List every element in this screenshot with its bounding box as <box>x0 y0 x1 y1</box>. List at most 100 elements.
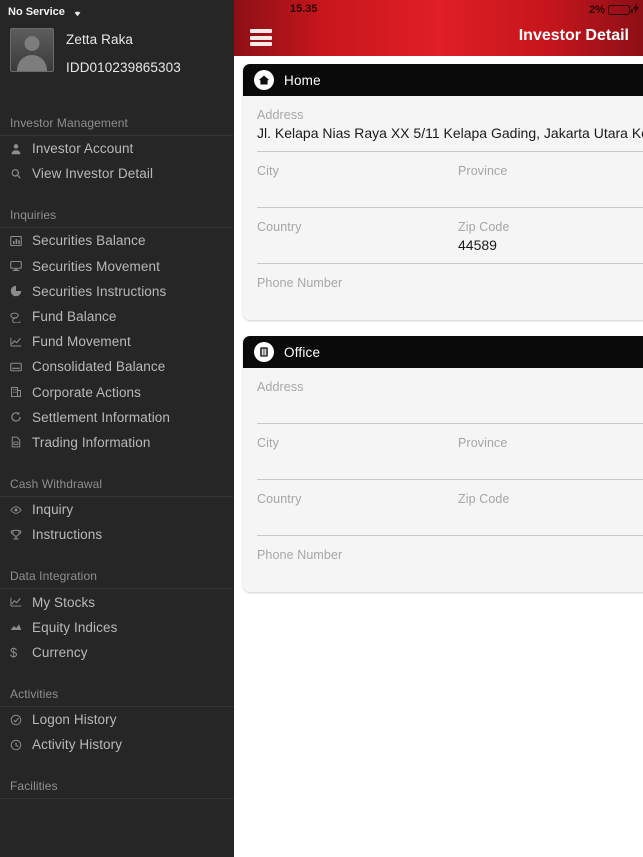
sidebar-item-label: Fund Balance <box>32 309 117 325</box>
hamburger-bar-1 <box>250 29 272 33</box>
sidebar-item-my-stocks[interactable]: My Stocks <box>0 589 234 614</box>
status-time: 15.35 <box>290 3 318 15</box>
field-row: Country Zip Code 44589 <box>243 208 643 263</box>
sidebar-item-label: Consolidated Balance <box>32 359 166 375</box>
sidebar-item-activity-history[interactable]: Activity History <box>0 732 234 757</box>
card-header: Office <box>243 336 643 368</box>
hamburger-menu-icon[interactable] <box>250 29 272 46</box>
sidebar-item-label: Logon History <box>32 712 117 728</box>
wifi-icon <box>71 7 84 17</box>
field-value: Jl. Kelapa Nias Raya XX 5/11 Kelapa Gadi… <box>257 125 643 141</box>
sidebar-item-fund-balance[interactable]: Fund Balance <box>0 304 234 329</box>
top-bar: 15.35 2% Investor Detail <box>234 0 643 56</box>
sidebar-item-label: Securities Balance <box>32 233 146 249</box>
sidebar-item-label: View Investor Detail <box>32 166 154 182</box>
field-value <box>257 509 458 527</box>
sidebar-item-label: Securities Instructions <box>32 283 167 299</box>
battery-icon <box>608 4 633 15</box>
profile-block[interactable]: Zetta Raka IDD010239865303 <box>0 20 234 94</box>
card-title: Office <box>284 344 321 360</box>
sidebar-item-investor-account[interactable]: Investor Account <box>0 136 234 161</box>
sidebar-item-label: Corporate Actions <box>32 384 142 400</box>
profile-name: Zetta Raka <box>66 32 134 47</box>
field-value <box>257 453 458 471</box>
monitor-icon <box>10 260 30 272</box>
field-row: Phone Number <box>243 536 643 592</box>
field-value <box>257 293 643 311</box>
sidebar-menu: My Stocks Equity Indices $ Currency <box>0 589 234 665</box>
dollar-icon: $ <box>10 644 18 660</box>
eye-icon <box>10 504 30 516</box>
field-value <box>257 237 458 255</box>
field-label: City <box>257 436 279 450</box>
home-icon <box>254 70 274 90</box>
sidebar-item-equity-indices[interactable]: Equity Indices <box>0 615 234 640</box>
field-label: Address <box>257 380 304 394</box>
field-label: City <box>257 164 279 178</box>
sidebar-item-securities-movement[interactable]: Securities Movement <box>0 254 234 279</box>
sidebar-item-label: Trading Information <box>32 434 151 450</box>
field-row: City Province <box>243 424 643 479</box>
field-label: Zip Code <box>458 492 510 506</box>
field-label: Province <box>458 436 508 450</box>
field-city[interactable]: City <box>257 424 458 479</box>
field-zip-code[interactable]: Zip Code <box>458 480 643 535</box>
field-value <box>257 181 458 199</box>
field-label: Country <box>257 492 302 506</box>
sidebar-item-corporate-actions[interactable]: Corporate Actions <box>0 380 234 405</box>
sidebar-menu: Logon History Activity History <box>0 707 234 757</box>
field-address[interactable]: Address Jl. Kelapa Nias Raya XX 5/11 Kela… <box>257 96 643 151</box>
field-province[interactable]: Province <box>458 424 643 479</box>
clock-check-icon <box>10 714 30 726</box>
sidebar-item-consolidated-balance[interactable]: Consolidated Balance <box>0 354 234 379</box>
sidebar-item-trading-information[interactable]: Trading Information <box>0 430 234 455</box>
nav-bar: Investor Detail <box>234 20 643 56</box>
field-zip-code[interactable]: Zip Code 44589 <box>458 208 643 263</box>
sidebar-section-header: Inquiries <box>0 208 234 229</box>
sidebar-item-label: My Stocks <box>32 594 96 610</box>
cards-container: Home Address Jl. Kelapa Nias Raya XX 5/11 … <box>234 56 643 592</box>
field-city[interactable]: City <box>257 152 458 207</box>
field-phone-number[interactable]: Phone Number <box>257 264 643 320</box>
coins-icon <box>10 311 30 323</box>
field-address[interactable]: Address <box>257 368 643 423</box>
field-label: Address <box>257 108 304 122</box>
sidebar-menu: Inquiry Instructions <box>0 497 234 547</box>
sidebar-item-label: Equity Indices <box>32 619 118 635</box>
ios-status-bar: 15.35 2% <box>234 0 643 20</box>
field-country[interactable]: Country <box>257 480 458 535</box>
field-label: Phone Number <box>257 548 343 562</box>
field-phone-number[interactable]: Phone Number <box>257 536 643 592</box>
sidebar-section-header: Activities <box>0 687 234 707</box>
person-icon <box>10 143 30 155</box>
sidebar-item-label: Investor Account <box>32 141 134 157</box>
sidebar-item-currency[interactable]: $ Currency <box>0 640 234 665</box>
sidebar-item-securities-balance[interactable]: Securities Balance <box>0 228 234 253</box>
sidebar-item-view-investor-detail[interactable]: View Investor Detail <box>0 161 234 186</box>
sidebar-item-instructions[interactable]: Instructions <box>0 522 234 547</box>
field-value: 44589 <box>458 237 497 253</box>
battery-percent-label: 2% <box>589 3 605 16</box>
avatar-head-shape <box>24 36 40 51</box>
sidebar-item-logon-history[interactable]: Logon History <box>0 707 234 732</box>
sidebar-item-inquiry[interactable]: Inquiry <box>0 497 234 522</box>
field-row: Phone Number <box>243 264 643 320</box>
field-value <box>458 181 643 199</box>
sidebar-item-label: Fund Movement <box>32 334 131 350</box>
pie-chart-icon <box>10 285 30 297</box>
sidebar-menu: Investor Account View Investor Detail <box>0 136 234 186</box>
field-province[interactable]: Province <box>458 152 643 207</box>
sidebar-status-bar: No Service <box>0 0 234 20</box>
sidebar-item-label: Activity History <box>32 737 123 753</box>
sidebar-sections: Investor Management Investor Account View … <box>0 116 234 800</box>
line-chart-icon <box>10 336 30 348</box>
field-row: Address Jl. Kelapa Nias Raya XX 5/11 Kela… <box>243 96 643 151</box>
sidebar-item-fund-movement[interactable]: Fund Movement <box>0 329 234 354</box>
refresh-icon <box>10 411 30 423</box>
sidebar-item-settlement-information[interactable]: Settlement Information <box>0 405 234 430</box>
sidebar-item-label: Securities Movement <box>32 258 160 274</box>
sidebar-item-securities-instructions[interactable]: Securities Instructions <box>0 279 234 304</box>
status-right-group: 2% <box>589 3 639 16</box>
field-row: City Province <box>243 152 643 207</box>
field-country[interactable]: Country <box>257 208 458 263</box>
